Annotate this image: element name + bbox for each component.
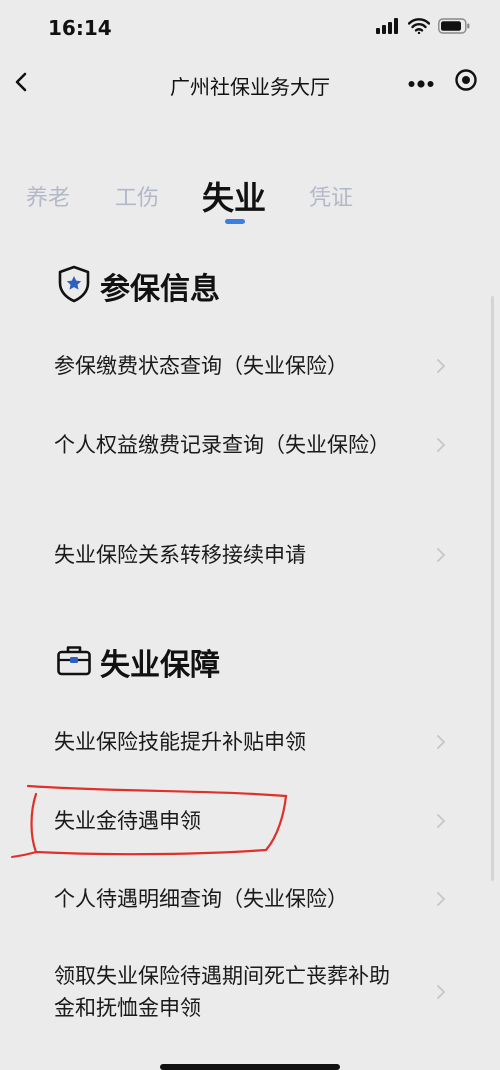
status-time: 16:14: [48, 16, 112, 40]
section-title: 失业保障: [100, 648, 220, 683]
target-close-icon[interactable]: [454, 68, 478, 96]
list-item[interactable]: 领取失业保险待遇期间死亡丧葬补助金和抚恤金申领: [54, 960, 454, 1024]
section-header-insurance-info: 参保信息: [56, 264, 220, 308]
list-item-label: 个人权益缴费记录查询（失业保险）: [54, 433, 390, 457]
cellular-signal-icon: [376, 18, 400, 38]
list-item[interactable]: 参保缴费状态查询（失业保险）: [54, 350, 454, 382]
nav-actions: [408, 68, 478, 96]
list-item-label: 个人待遇明细查询（失业保险）: [54, 887, 348, 911]
chevron-right-icon: [436, 891, 446, 911]
chevron-right-icon: [436, 813, 446, 833]
list-item-label: 失业保险技能提升补贴申领: [54, 730, 306, 754]
chevron-right-icon: [436, 358, 446, 378]
tab-certificate[interactable]: 凭证: [309, 180, 353, 212]
tab-work-injury[interactable]: 工伤: [115, 180, 159, 212]
tab-pension[interactable]: 养老: [26, 180, 70, 212]
list-item[interactable]: 个人权益缴费记录查询（失业保险）: [54, 429, 454, 461]
chevron-right-icon: [436, 437, 446, 457]
list-item-label: 参保缴费状态查询（失业保险）: [54, 354, 348, 378]
chevron-right-icon: [436, 547, 446, 567]
briefcase-icon: [56, 643, 92, 681]
section-title: 参保信息: [100, 272, 220, 307]
battery-icon: [438, 18, 470, 38]
chevron-right-icon: [436, 734, 446, 754]
tab-active-indicator: [225, 219, 245, 224]
category-tabs: 养老 工伤 失业 凭证: [0, 160, 500, 230]
status-icons: [376, 18, 470, 38]
shield-star-icon: [56, 265, 92, 307]
list-item[interactable]: 个人待遇明细查询（失业保险）: [54, 883, 454, 915]
red-circle-annotation: [8, 780, 298, 874]
list-item[interactable]: 失业保险关系转移接续申请: [54, 539, 454, 571]
list-item[interactable]: 失业保险技能提升补贴申领: [54, 726, 454, 758]
scrollbar[interactable]: [491, 296, 494, 881]
wifi-icon: [407, 18, 431, 38]
section-header-unemployment-security: 失业保障: [56, 640, 220, 684]
tab-unemployment[interactable]: 失业: [202, 173, 266, 219]
more-dots-icon[interactable]: [408, 73, 434, 92]
chevron-right-icon: [436, 984, 446, 1004]
home-indicator: [160, 1064, 340, 1070]
list-item-label: 领取失业保险待遇期间死亡丧葬补助金和抚恤金申领: [54, 964, 390, 1020]
list-item-label: 失业保险关系转移接续申请: [54, 543, 306, 567]
status-bar: 16:14: [0, 0, 500, 56]
nav-bar: 广州社保业务大厅: [0, 56, 500, 112]
